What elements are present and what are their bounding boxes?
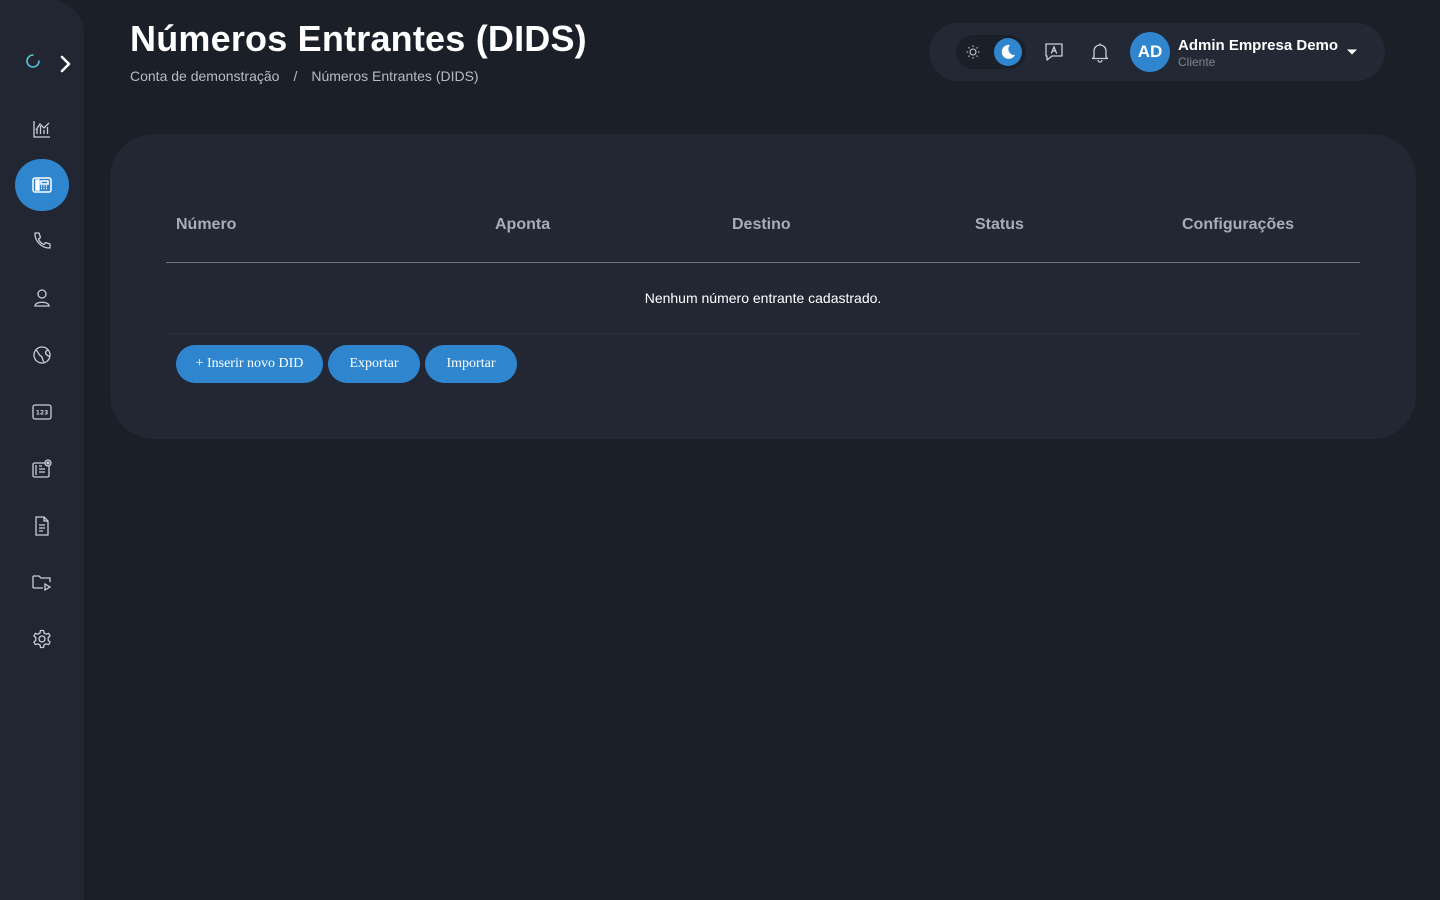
table-header: Número Aponta Destino Status Configuraçõ… (166, 216, 1360, 263)
top-bar: AD Admin Empresa Demo Cliente (929, 23, 1385, 81)
numbers-123-icon: 123 (32, 404, 52, 420)
light-theme-button[interactable] (959, 38, 987, 66)
notification-bell-icon[interactable] (1089, 41, 1111, 63)
incoming-numbers-icon (32, 177, 52, 193)
sidebar-item-calls[interactable] (15, 215, 69, 267)
document-icon (35, 516, 49, 536)
sidebar: 123 (0, 0, 84, 900)
sidebar-item-users[interactable] (15, 272, 69, 324)
sidebar-item-numbers[interactable]: 123 (15, 386, 69, 438)
theme-toggle[interactable] (956, 35, 1026, 69)
sun-icon (966, 45, 980, 59)
sidebar-item-reports[interactable] (15, 500, 69, 552)
import-button[interactable]: Importar (425, 345, 517, 383)
column-header-configuracoes[interactable]: Configurações (1182, 216, 1294, 234)
export-button[interactable]: Exportar (328, 345, 420, 383)
support-chat-icon[interactable] (1043, 41, 1065, 63)
sidebar-item-dashboard[interactable] (15, 103, 69, 155)
breadcrumb-current: Números Entrantes (DIDS) (311, 68, 479, 84)
dark-theme-button[interactable] (994, 38, 1022, 66)
column-header-status[interactable]: Status (975, 216, 1024, 234)
breadcrumb-root-link[interactable]: Conta de demonstração (130, 68, 279, 84)
phone-icon (34, 232, 51, 249)
breadcrumb: Conta de demonstração / Números Entrante… (130, 68, 479, 84)
breadcrumb-separator: / (293, 68, 298, 84)
sidebar-item-incoming-numbers[interactable] (15, 159, 69, 211)
user-icon (34, 289, 50, 307)
avatar[interactable]: AD (1130, 32, 1170, 72)
chart-icon (33, 121, 50, 138)
globe-icon (33, 346, 51, 364)
sidebar-item-settings[interactable] (15, 613, 69, 665)
empty-table-message: Nenhum número entrante cadastrado. (166, 263, 1360, 334)
moon-icon (1001, 44, 1015, 59)
insert-did-button[interactable]: + Inserir novo DID (176, 345, 323, 383)
incoming-numbers-card: Número Aponta Destino Status Configuraçõ… (110, 134, 1416, 439)
chevron-right-icon[interactable] (57, 54, 75, 74)
caret-down-icon[interactable] (1346, 48, 1358, 56)
contacts-card-icon (32, 459, 52, 478)
sidebar-item-contacts[interactable] (15, 443, 69, 495)
column-header-numero[interactable]: Número (176, 216, 236, 234)
folder-media-icon (32, 575, 52, 592)
svg-text:123: 123 (36, 410, 49, 417)
user-name[interactable]: Admin Empresa Demo (1178, 37, 1338, 54)
user-role: Cliente (1178, 55, 1216, 69)
sidebar-item-media[interactable] (15, 556, 69, 608)
column-header-aponta[interactable]: Aponta (495, 216, 550, 234)
page-title: Números Entrantes (DIDS) (130, 18, 587, 59)
loading-logo-icon (26, 54, 40, 68)
settings-icon (33, 629, 51, 649)
sidebar-item-network[interactable] (15, 329, 69, 381)
column-header-destino[interactable]: Destino (732, 216, 791, 234)
